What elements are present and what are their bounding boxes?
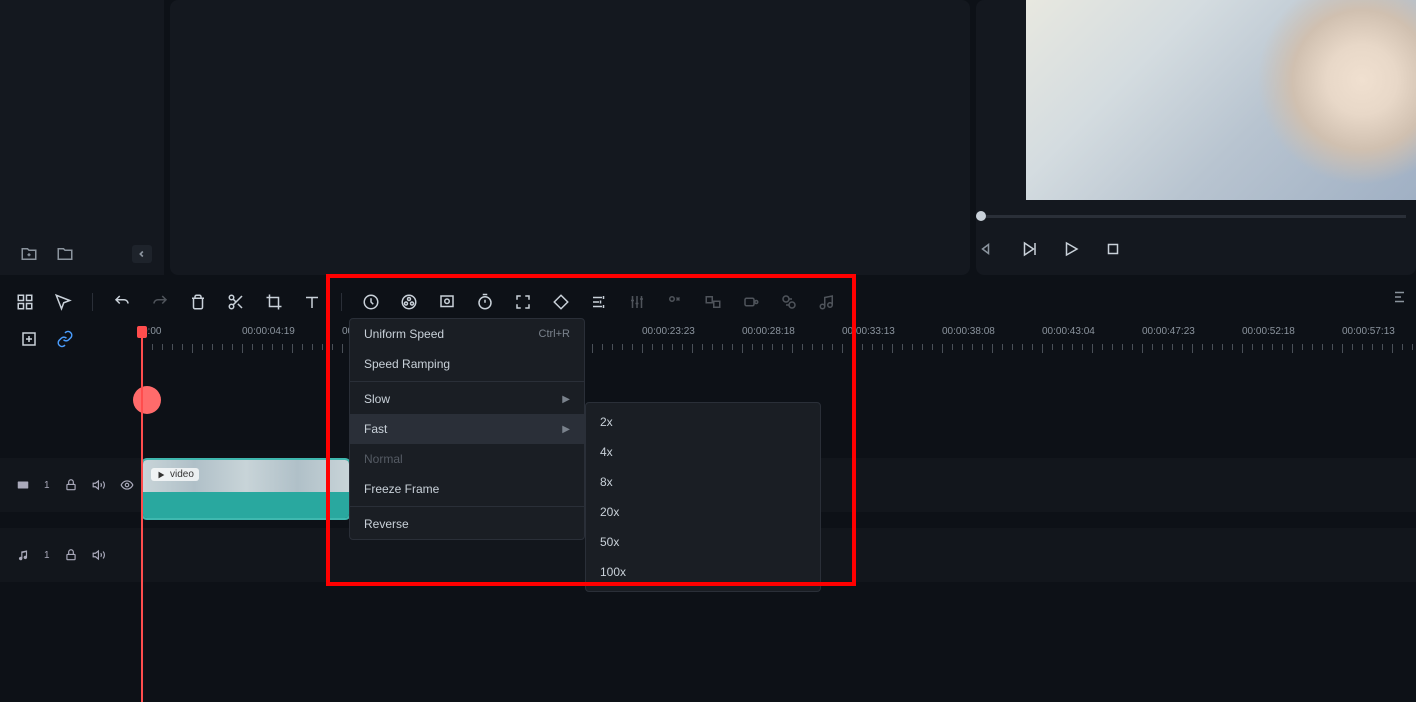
video-clip[interactable]: video (141, 458, 351, 520)
menu-reverse[interactable]: Reverse (350, 509, 584, 539)
ruler-timestamp: 00:00:04:19 (242, 326, 295, 337)
speed-icon[interactable] (362, 293, 380, 311)
folder-add-icon[interactable] (20, 245, 38, 263)
marker-circle[interactable] (133, 386, 161, 414)
ruler-timestamp: 00:00:33:13 (842, 326, 895, 337)
media-panel (0, 0, 164, 275)
play-icon[interactable] (1062, 240, 1080, 258)
link-icon[interactable] (56, 330, 74, 348)
audio-track-index: 1 (44, 550, 50, 561)
step-back-icon[interactable] (978, 240, 996, 258)
record-icon[interactable] (742, 293, 760, 311)
delete-icon[interactable] (189, 293, 207, 311)
preview-right-panel (976, 0, 1416, 275)
menu-uniform-speed[interactable]: Uniform Speed Ctrl+R (350, 319, 584, 349)
preview-center-panel (170, 0, 970, 275)
keyframe-icon[interactable] (552, 293, 570, 311)
sync-icon[interactable] (780, 293, 798, 311)
music-icon (16, 548, 30, 562)
preview-video-frame (1026, 0, 1416, 200)
settings-toggle-icon[interactable] (1392, 288, 1410, 306)
ruler-timestamp: 00:00:43:04 (1042, 326, 1095, 337)
submenu-20x[interactable]: 20x (586, 497, 820, 527)
menu-freeze-frame[interactable]: Freeze Frame (350, 474, 584, 504)
playhead[interactable] (141, 326, 143, 702)
fast-submenu: 2x 4x 8x 20x 50x 100x (585, 402, 821, 592)
chevron-right-icon: ▶ (562, 394, 570, 405)
timeline-toolbar (0, 288, 1416, 316)
cursor-icon[interactable] (54, 293, 72, 311)
voice-icon[interactable] (666, 293, 684, 311)
greenscreen-icon[interactable] (438, 293, 456, 311)
mute-icon[interactable] (92, 548, 106, 562)
add-track-icon[interactable] (20, 330, 38, 348)
submenu-8x[interactable]: 8x (586, 467, 820, 497)
video-track-icon (16, 478, 30, 492)
ruler-timestamp: 00:00:23:23 (642, 326, 695, 337)
submenu-100x[interactable]: 100x (586, 557, 820, 587)
play-step-icon[interactable] (1020, 240, 1038, 258)
menu-speed-ramping[interactable]: Speed Ramping (350, 349, 584, 379)
menu-slow[interactable]: Slow ▶ (350, 384, 584, 414)
fullscreen-icon[interactable] (514, 293, 532, 311)
undo-icon[interactable] (113, 293, 131, 311)
adjust-icon[interactable] (590, 293, 608, 311)
speed-context-menu: Uniform Speed Ctrl+R Speed Ramping Slow … (349, 318, 585, 540)
stop-icon[interactable] (1104, 240, 1122, 258)
collapse-panel-button[interactable] (132, 245, 152, 263)
grid2-icon[interactable] (704, 293, 722, 311)
playback-scrubber[interactable] (976, 210, 1406, 224)
scrubber-handle[interactable] (976, 211, 986, 221)
text-icon[interactable] (303, 293, 321, 311)
cut-icon[interactable] (227, 293, 245, 311)
ruler-timestamp: 00:00:52:18 (1242, 326, 1295, 337)
submenu-50x[interactable]: 50x (586, 527, 820, 557)
eye-icon[interactable] (120, 478, 134, 492)
music-beat-icon[interactable] (818, 293, 836, 311)
submenu-4x[interactable]: 4x (586, 437, 820, 467)
ruler-timestamp: 00:00:38:08 (942, 326, 995, 337)
menu-normal: Normal (350, 444, 584, 474)
mute-icon[interactable] (92, 478, 106, 492)
video-track-index: 1 (44, 480, 50, 491)
lock-icon[interactable] (64, 478, 78, 492)
folder-icon[interactable] (56, 245, 74, 263)
audio-mixer-icon[interactable] (628, 293, 646, 311)
ruler-timestamp: 00:00:47:23 (1142, 326, 1195, 337)
timer-icon[interactable] (476, 293, 494, 311)
menu-fast[interactable]: Fast ▶ (350, 414, 584, 444)
chevron-right-icon: ▶ (562, 424, 570, 435)
lock-icon[interactable] (64, 548, 78, 562)
grid-icon[interactable] (16, 293, 34, 311)
ruler-timestamp: 00:00:28:18 (742, 326, 795, 337)
crop-icon[interactable] (265, 293, 283, 311)
clip-label: video (151, 468, 199, 481)
color-icon[interactable] (400, 293, 418, 311)
timeline-ruler[interactable]: 0:00 00:00:04:19 00:00:0 00:00:23:23 00:… (112, 326, 1416, 358)
submenu-2x[interactable]: 2x (586, 407, 820, 437)
ruler-timestamp: 00:00:57:13 (1342, 326, 1395, 337)
redo-icon[interactable] (151, 293, 169, 311)
